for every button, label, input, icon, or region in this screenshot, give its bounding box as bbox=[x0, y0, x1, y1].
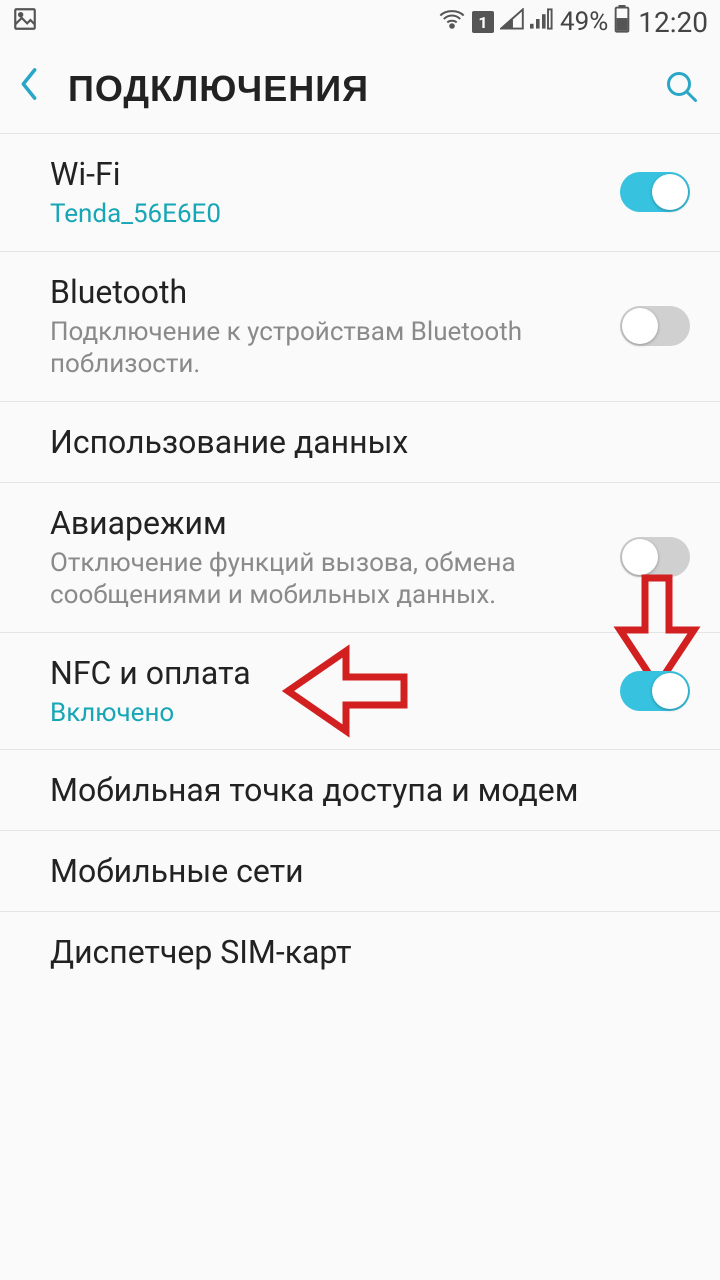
row-title: Wi-Fi bbox=[50, 154, 620, 194]
status-left bbox=[12, 6, 38, 39]
row-text: NFC и оплата Включено bbox=[50, 653, 620, 730]
row-text: Wi-Fi Tenda_56E6E0 bbox=[50, 154, 620, 231]
row-subtitle: Tenda_56E6E0 bbox=[50, 198, 620, 231]
battery-percent: 49% bbox=[560, 7, 608, 37]
picture-icon bbox=[12, 6, 38, 39]
row-hotspot[interactable]: Мобильная точка доступа и модем bbox=[0, 750, 720, 831]
signal2-icon bbox=[530, 7, 554, 37]
search-icon[interactable] bbox=[664, 69, 700, 109]
row-text: Bluetooth Подключение к устройствам Blue… bbox=[50, 272, 620, 381]
wifi-icon bbox=[438, 7, 466, 38]
header: ПОДКЛЮЧЕНИЯ bbox=[0, 44, 720, 134]
row-text: Мобильные сети bbox=[50, 851, 690, 891]
sim-icon: 1 bbox=[472, 11, 494, 33]
row-subtitle: Подключение к устройствам Bluetooth побл… bbox=[50, 316, 620, 381]
row-text: Авиарежим Отключение функций вызова, обм… bbox=[50, 503, 620, 612]
row-subtitle: Отключение функций вызова, обмена сообще… bbox=[50, 547, 620, 612]
row-text: Мобильная точка доступа и модем bbox=[50, 770, 690, 810]
toggle-bluetooth[interactable] bbox=[620, 306, 690, 346]
row-title: Использование данных bbox=[50, 422, 690, 462]
page-title: ПОДКЛЮЧЕНИЯ bbox=[68, 68, 636, 110]
toggle-nfc[interactable] bbox=[620, 671, 690, 711]
row-title: Авиарежим bbox=[50, 503, 620, 543]
row-title: Мобильная точка доступа и модем bbox=[50, 770, 690, 810]
row-title: Диспетчер SIM-карт bbox=[50, 932, 690, 972]
back-icon[interactable] bbox=[18, 67, 40, 110]
row-text: Диспетчер SIM-карт bbox=[50, 932, 690, 972]
row-title: Мобильные сети bbox=[50, 851, 690, 891]
row-sim-manager[interactable]: Диспетчер SIM-карт bbox=[0, 912, 720, 992]
row-wifi[interactable]: Wi-Fi Tenda_56E6E0 bbox=[0, 134, 720, 252]
status-bar: 1 49% 12:20 bbox=[0, 0, 720, 44]
clock: 12:20 bbox=[638, 6, 708, 39]
row-mobile-networks[interactable]: Мобильные сети bbox=[0, 831, 720, 912]
row-data-usage[interactable]: Использование данных bbox=[0, 402, 720, 483]
row-airplane[interactable]: Авиарежим Отключение функций вызова, обм… bbox=[0, 483, 720, 633]
settings-list: Wi-Fi Tenda_56E6E0 Bluetooth Подключение… bbox=[0, 134, 720, 992]
row-bluetooth[interactable]: Bluetooth Подключение к устройствам Blue… bbox=[0, 252, 720, 402]
row-title: NFC и оплата bbox=[50, 653, 620, 693]
battery-icon bbox=[614, 5, 630, 40]
row-title: Bluetooth bbox=[50, 272, 620, 312]
toggle-wifi[interactable] bbox=[620, 172, 690, 212]
row-subtitle: Включено bbox=[50, 697, 620, 730]
row-text: Использование данных bbox=[50, 422, 690, 462]
toggle-airplane[interactable] bbox=[620, 537, 690, 577]
row-nfc[interactable]: NFC и оплата Включено bbox=[0, 633, 720, 751]
status-right: 1 49% 12:20 bbox=[438, 5, 708, 40]
signal1-icon bbox=[500, 7, 524, 37]
